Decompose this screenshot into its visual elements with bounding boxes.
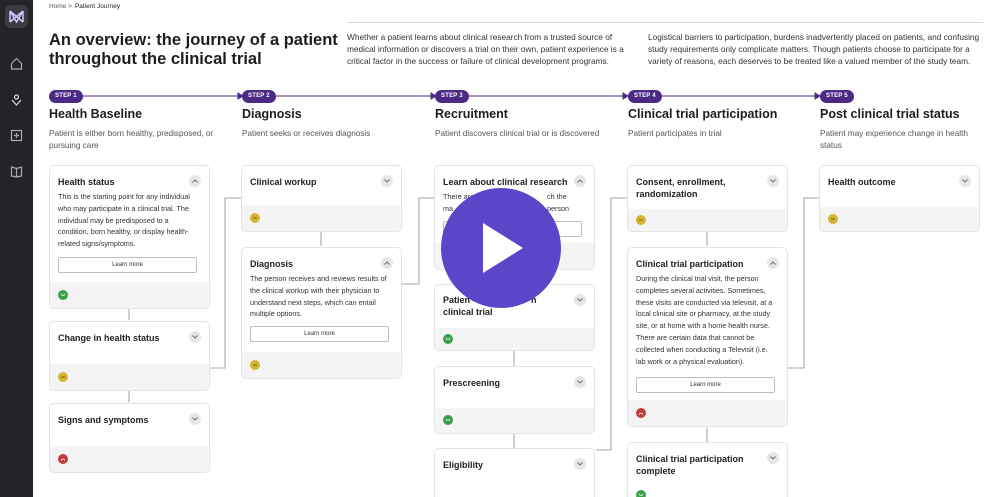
card-footer — [435, 328, 594, 350]
learn-more-button[interactable]: Learn more — [250, 326, 389, 342]
chevron-down-icon[interactable] — [959, 175, 971, 187]
sidebar — [0, 0, 33, 497]
card-body-fragment: ch the person — [547, 192, 569, 213]
card-footer — [242, 352, 401, 378]
book-icon[interactable] — [9, 164, 24, 179]
card-body: The person receives and reviews results … — [250, 274, 387, 319]
step-4-title: Clinical trial participation — [628, 107, 778, 121]
card-footer — [435, 408, 594, 433]
card-title: Prescreening — [443, 378, 501, 388]
card-diagnosis[interactable]: Diagnosis The person receives and review… — [242, 248, 401, 378]
happy-face-icon — [58, 290, 68, 300]
step-1-title: Health Baseline — [49, 107, 143, 121]
step-1-description: Patient is either born healthy, predispo… — [49, 129, 214, 150]
card-footer — [628, 209, 787, 231]
sad-face-icon — [58, 454, 68, 464]
card-title: Signs and symptoms — [58, 415, 149, 425]
step-2-description: Patient seeks or receives diagnosis — [242, 129, 371, 138]
chevron-down-icon[interactable] — [767, 452, 779, 464]
chevron-up-icon[interactable] — [189, 175, 201, 187]
step-2-badge: STEP 2 — [242, 90, 276, 103]
chevron-down-icon[interactable] — [189, 413, 201, 425]
card-footer — [820, 207, 979, 231]
card-footer — [628, 400, 787, 426]
happy-face-icon — [443, 334, 453, 344]
card-footer — [50, 282, 209, 308]
card-consent-enrollment-randomization[interactable]: Consent, enrollment, randomization — [628, 166, 787, 231]
home-icon[interactable] — [9, 56, 24, 71]
card-title: Clinical workup — [250, 177, 317, 187]
card-health-status[interactable]: Health status This is the starting point… — [50, 166, 209, 308]
neutral-face-icon — [636, 215, 646, 225]
neutral-face-icon — [250, 360, 260, 370]
chevron-up-icon[interactable] — [767, 257, 779, 269]
step-5-badge: STEP 5 — [820, 90, 854, 103]
card-title: Health status — [58, 177, 115, 187]
card-prescreening[interactable]: Prescreening — [435, 367, 594, 433]
app-logo-icon[interactable] — [5, 5, 28, 28]
card-body: During the clinical trial visit, the per… — [636, 274, 773, 366]
card-title: Clinical trial participation complete — [636, 454, 744, 476]
card-title: Diagnosis — [250, 259, 294, 269]
card-title: Consent, enrollment, randomization — [636, 177, 726, 199]
card-footer — [50, 446, 209, 472]
chevron-down-icon[interactable] — [574, 458, 586, 470]
card-title: Eligibility — [443, 460, 484, 470]
neutral-face-icon — [58, 372, 68, 382]
card-title: Change in health status — [58, 333, 160, 343]
neutral-face-icon — [250, 213, 260, 223]
card-signs-and-symptoms[interactable]: Signs and symptoms — [50, 404, 209, 472]
step-4-description: Patient participates in trial — [628, 129, 722, 138]
card-footer — [242, 205, 401, 231]
step-4-badge: STEP 4 — [628, 90, 662, 103]
chevron-up-icon[interactable] — [381, 257, 393, 269]
chevron-down-icon[interactable] — [189, 331, 201, 343]
step-5-description: Patient may experience change in health … — [820, 129, 968, 150]
add-panel-icon[interactable] — [9, 128, 24, 143]
chevron-down-icon[interactable] — [767, 175, 779, 187]
video-play-button[interactable] — [441, 188, 561, 308]
play-icon — [483, 223, 523, 273]
card-title: Learn about clinical research — [443, 177, 568, 187]
step-3-badge: STEP 3 — [435, 90, 469, 103]
journey-icon[interactable] — [9, 92, 24, 107]
card-change-in-health-status[interactable]: Change in health status — [50, 322, 209, 390]
neutral-face-icon — [828, 214, 838, 224]
card-footer — [50, 364, 209, 390]
card-title: Health outcome — [828, 177, 896, 187]
chevron-down-icon[interactable] — [381, 175, 393, 187]
step-5-title: Post clinical trial status — [820, 107, 960, 121]
happy-face-icon — [636, 490, 646, 497]
card-title: Clinical trial participation — [636, 259, 744, 269]
step-2-title: Diagnosis — [242, 107, 302, 121]
card-body: This is the starting point for any indiv… — [58, 192, 190, 249]
card-clinical-trial-participation-complete[interactable]: Clinical trial participation complete — [628, 443, 787, 497]
card-eligibility[interactable]: Eligibility — [435, 449, 594, 497]
learn-more-button[interactable]: Learn more — [58, 257, 197, 273]
chevron-up-icon[interactable] — [574, 175, 586, 187]
happy-face-icon — [443, 415, 453, 425]
step-3-title: Recruitment — [435, 107, 508, 121]
chevron-down-icon[interactable] — [574, 294, 586, 306]
main-content: Home > Patient Journey An overview: the … — [33, 0, 1002, 497]
chevron-down-icon[interactable] — [574, 376, 586, 388]
card-clinical-trial-participation[interactable]: Clinical trial participation During the … — [628, 248, 787, 426]
sad-face-icon — [636, 408, 646, 418]
card-clinical-workup[interactable]: Clinical workup — [242, 166, 401, 231]
step-1-badge: STEP 1 — [49, 90, 83, 103]
card-health-outcome[interactable]: Health outcome — [820, 166, 979, 231]
learn-more-button[interactable]: Learn more — [636, 377, 775, 393]
step-3-description: Patient discovers clinical trial or is d… — [435, 129, 600, 138]
